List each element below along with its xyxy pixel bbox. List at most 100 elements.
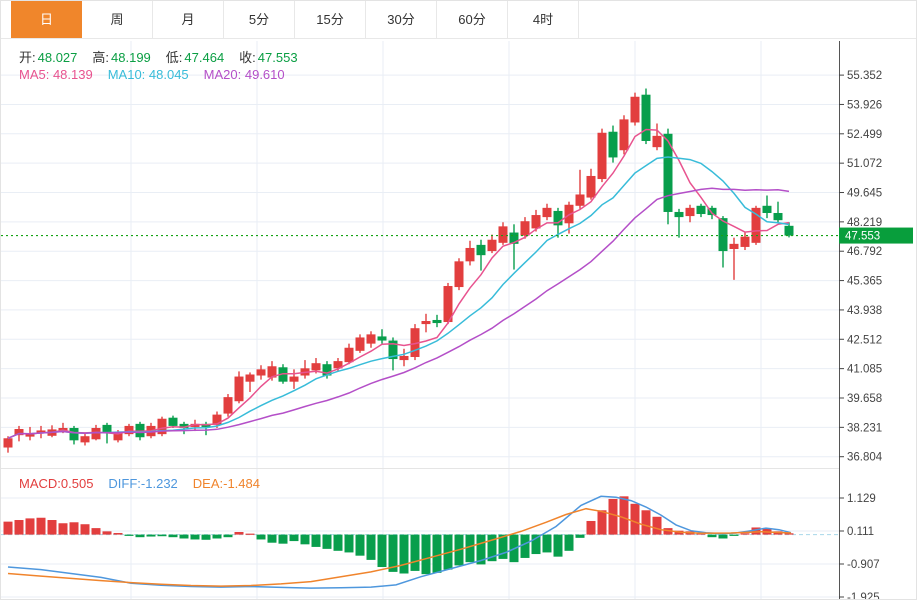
- macd-legend: MACD:0.505DIFF:-1.232DEA:-1.484: [19, 476, 275, 491]
- candle-body: [422, 321, 431, 324]
- candle-body: [697, 206, 706, 214]
- price-tick-label: 43.938: [847, 305, 882, 317]
- macd-histogram-bar: [268, 535, 277, 543]
- price-tick-label: 46.792: [847, 246, 882, 258]
- macd-histogram-bar: [37, 518, 46, 535]
- candle-body: [631, 97, 640, 123]
- period-tab-8[interactable]: 4时: [508, 1, 579, 38]
- candle-body: [246, 374, 255, 381]
- candle-body: [598, 133, 607, 179]
- macd-histogram-bar: [48, 520, 57, 535]
- macd-histogram-bar: [378, 535, 387, 567]
- macd-histogram-bar: [356, 535, 365, 556]
- candle-body: [488, 240, 497, 251]
- macd-histogram-bar: [15, 520, 24, 535]
- macd-item: DIFF:-1.232: [108, 476, 177, 491]
- candle-body: [466, 248, 475, 261]
- ma-legend: MA5: 48.139MA10: 48.045MA20: 49.610: [19, 67, 300, 82]
- ma-item: MA20: 49.610: [204, 67, 285, 82]
- macd-histogram-bar: [147, 535, 156, 537]
- candle-body: [70, 428, 79, 440]
- ohlc-item: 低:47.464: [166, 50, 224, 65]
- price-tick-label: 36.804: [847, 452, 883, 464]
- candle-body: [642, 95, 651, 141]
- candle-body: [169, 418, 178, 426]
- macd-tick-label: -0.907: [847, 559, 880, 571]
- macd-histogram-bar: [125, 535, 134, 536]
- macd-histogram-bar: [334, 535, 343, 551]
- macd-histogram-bar: [312, 535, 321, 547]
- candle-body: [620, 119, 629, 150]
- candle-body: [400, 356, 409, 360]
- macd-histogram-bar: [180, 535, 189, 539]
- macd-histogram-bar: [554, 535, 563, 557]
- period-tab-6[interactable]: 30分: [366, 1, 437, 38]
- candle-body: [521, 221, 530, 235]
- price-tick-label: 55.352: [847, 70, 882, 82]
- candle-body: [367, 334, 376, 343]
- macd-histogram-bar: [466, 535, 475, 563]
- macd-item: MACD:0.505: [19, 476, 93, 491]
- macd-histogram-bar: [565, 535, 574, 551]
- candle-body: [4, 438, 13, 447]
- candle-body: [378, 336, 387, 340]
- macd-histogram-bar: [543, 535, 552, 553]
- macd-histogram-bar: [620, 496, 629, 534]
- period-tab-5[interactable]: 15分: [295, 1, 366, 38]
- last-price-tag-label: 47.553: [845, 231, 880, 243]
- macd-histogram-bar: [59, 523, 68, 534]
- macd-histogram-bar: [708, 535, 717, 538]
- chart-window: 日周月5分15分30分60分4时 开:48.027高:48.199低:47.46…: [0, 0, 917, 600]
- candle-body: [433, 320, 442, 323]
- macd-tick-label: 1.129: [847, 493, 876, 505]
- candle-body: [686, 208, 695, 216]
- macd-histogram-bar: [576, 535, 585, 538]
- candle-body: [730, 244, 739, 249]
- candle-body: [576, 194, 585, 205]
- candle-body: [477, 245, 486, 255]
- macd-histogram-bar: [587, 521, 596, 535]
- candle-body: [455, 261, 464, 287]
- candlestick-macd-chart[interactable]: 55.35253.92652.49951.07249.64548.21946.7…: [1, 1, 917, 600]
- macd-histogram-bar: [730, 535, 739, 536]
- macd-histogram-bar: [26, 518, 35, 534]
- price-tick-label: 39.658: [847, 393, 882, 405]
- candle-body: [81, 436, 90, 442]
- candle-body: [653, 136, 662, 147]
- period-tab-7[interactable]: 60分: [437, 1, 508, 38]
- candle-body: [587, 176, 596, 198]
- macd-histogram-bar: [433, 535, 442, 573]
- ohlc-label: 高:: [92, 50, 109, 65]
- candle-body: [92, 428, 101, 439]
- macd-histogram-bar: [301, 535, 310, 545]
- price-tick-label: 53.926: [847, 99, 882, 111]
- macd-histogram-bar: [653, 517, 662, 535]
- price-tick-label: 51.072: [847, 158, 882, 170]
- price-tick-label: 38.231: [847, 422, 882, 434]
- macd-histogram-bar: [191, 535, 200, 540]
- period-tab-2[interactable]: 周: [82, 1, 153, 38]
- ohlc-value: 47.553: [258, 50, 298, 65]
- ohlc-label: 收:: [239, 50, 256, 65]
- macd-histogram-bar: [158, 535, 167, 537]
- macd-histogram-bar: [400, 535, 409, 574]
- candle-body: [543, 208, 552, 217]
- period-tab-3[interactable]: 月: [153, 1, 224, 38]
- macd-histogram-bar: [4, 522, 13, 535]
- price-tick-label: 41.085: [847, 364, 882, 376]
- price-tick-label: 42.512: [847, 334, 882, 346]
- macd-histogram-bar: [631, 504, 640, 535]
- period-tab-1[interactable]: 日: [11, 1, 82, 38]
- candle-body: [290, 377, 299, 382]
- candle-body: [741, 237, 750, 247]
- candle-body: [499, 226, 508, 242]
- candle-body: [224, 397, 233, 413]
- macd-histogram-bar: [136, 535, 145, 538]
- candle-body: [345, 348, 354, 362]
- macd-histogram-bar: [202, 535, 211, 540]
- macd-histogram-bar: [411, 535, 420, 571]
- ohlc-legend: 开:48.027高:48.199低:47.464收:47.553: [19, 47, 313, 66]
- period-tab-4[interactable]: 5分: [224, 1, 295, 38]
- candle-body: [103, 425, 112, 432]
- macd-histogram-bar: [92, 528, 101, 534]
